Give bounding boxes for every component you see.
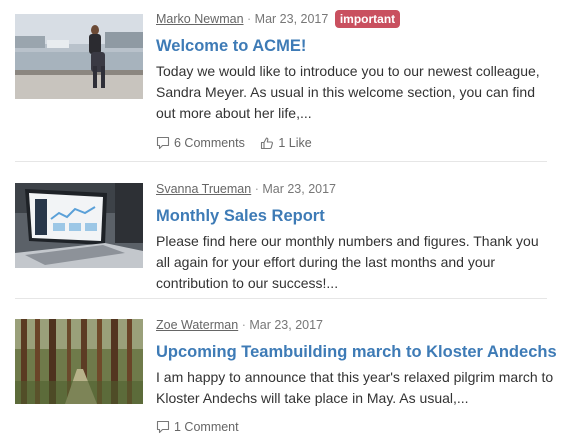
post-title-link[interactable]: Monthly Sales Report: [156, 205, 556, 227]
like-button[interactable]: 1 Like: [260, 135, 312, 151]
post-title-link[interactable]: Welcome to ACME!: [156, 35, 556, 57]
meta-separator: ·: [254, 182, 259, 196]
post-date: Mar 23, 2017: [249, 318, 324, 332]
laptop-dashboard-photo: [15, 183, 143, 268]
author-link[interactable]: Zoe Waterman: [156, 318, 238, 332]
forest-path-photo: [15, 319, 143, 404]
comments-button[interactable]: 6 Comments: [156, 135, 245, 151]
post-meta: Marko Newman · Mar 23, 2017 important: [156, 10, 556, 28]
post-content: Marko Newman · Mar 23, 2017 important We…: [156, 10, 556, 151]
post-meta: Svanna Trueman · Mar 23, 2017: [156, 180, 556, 198]
post-thumbnail-forest[interactable]: [15, 319, 143, 404]
comment-icon: [156, 420, 170, 434]
likes-count: 1 Like: [278, 136, 312, 150]
author-link[interactable]: Svanna Trueman: [156, 182, 251, 196]
divider: [15, 161, 547, 162]
comments-count: 1 Comment: [174, 420, 239, 434]
thumbs-up-icon: [261, 137, 274, 150]
post-title-link[interactable]: Upcoming Teambuilding march to Kloster A…: [156, 341, 557, 363]
post-content: Svanna Trueman · Mar 23, 2017 Monthly Sa…: [156, 180, 556, 294]
meta-separator: ·: [247, 12, 252, 26]
comment-icon: [156, 136, 170, 150]
post-thumbnail-woman-by-river[interactable]: [15, 14, 143, 99]
post-excerpt: Please find here our monthly numbers and…: [156, 233, 539, 291]
comments-count: 6 Comments: [174, 136, 245, 150]
post-excerpt: Today we would like to introduce you to …: [156, 63, 540, 121]
woman-sitting-by-river-photo: [15, 14, 143, 99]
meta-separator: ·: [241, 318, 246, 332]
comments-button[interactable]: 1 Comment: [156, 419, 239, 435]
post-thumbnail-laptop[interactable]: [15, 183, 143, 268]
post-excerpt: I am happy to announce that this year's …: [156, 369, 554, 406]
post-content: Zoe Waterman · Mar 23, 2017 Upcoming Tea…: [156, 316, 557, 435]
post-date: Mar 23, 2017: [254, 12, 329, 26]
post-actions: 1 Comment: [156, 419, 556, 435]
important-badge: important: [334, 10, 401, 28]
post-meta: Zoe Waterman · Mar 23, 2017: [156, 316, 556, 334]
divider: [15, 298, 547, 299]
post-date: Mar 23, 2017: [262, 182, 337, 196]
post-actions: 6 Comments 1 Like: [156, 135, 556, 151]
author-link[interactable]: Marko Newman: [156, 12, 244, 26]
